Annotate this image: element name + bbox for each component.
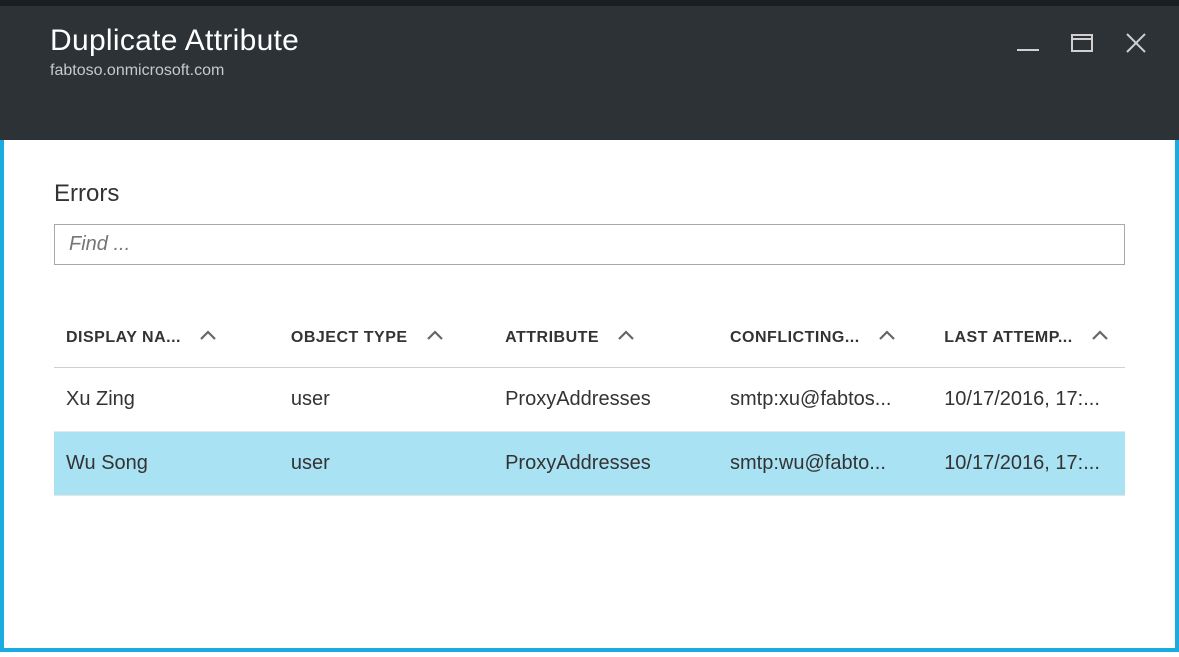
column-label: DISPLAY NA... xyxy=(66,329,181,347)
header: Duplicate Attribute fabtoso.onmicrosoft.… xyxy=(0,6,1179,140)
search-input[interactable] xyxy=(69,233,1110,256)
cell-conflicting: smtp:wu@fabto... xyxy=(718,432,932,496)
cell-attribute: ProxyAddresses xyxy=(493,368,718,432)
cell-last-attempt: 10/17/2016, 17:... xyxy=(932,368,1125,432)
column-header-conflicting[interactable]: CONFLICTING... xyxy=(718,315,932,368)
column-label: LAST ATTEMP... xyxy=(944,329,1072,347)
chevron-up-icon xyxy=(878,329,896,347)
minimize-icon[interactable] xyxy=(1015,30,1041,61)
cell-attribute: ProxyAddresses xyxy=(493,432,718,496)
column-label: ATTRIBUTE xyxy=(505,329,599,347)
cell-conflicting: smtp:xu@fabtos... xyxy=(718,368,932,432)
section-title: Errors xyxy=(54,180,1125,208)
close-icon[interactable] xyxy=(1123,30,1149,61)
maximize-icon[interactable] xyxy=(1069,30,1095,61)
chevron-up-icon xyxy=(426,329,444,347)
cell-last-attempt: 10/17/2016, 17:... xyxy=(932,432,1125,496)
errors-table: DISPLAY NA... OBJECT TYPE xyxy=(54,315,1125,496)
chevron-up-icon xyxy=(1091,329,1109,347)
window-controls xyxy=(1015,30,1149,61)
content-wrapper: Errors DISPLAY NA... xyxy=(0,140,1179,652)
cell-object-type: user xyxy=(279,368,493,432)
page-title: Duplicate Attribute xyxy=(50,24,1129,58)
column-header-attribute[interactable]: ATTRIBUTE xyxy=(493,315,718,368)
table-row[interactable]: Xu Zing user ProxyAddresses smtp:xu@fabt… xyxy=(54,368,1125,432)
cell-display-name: Xu Zing xyxy=(54,368,279,432)
table-row[interactable]: Wu Song user ProxyAddresses smtp:wu@fabt… xyxy=(54,432,1125,496)
column-header-last-attempt[interactable]: LAST ATTEMP... xyxy=(932,315,1125,368)
column-header-display-name[interactable]: DISPLAY NA... xyxy=(54,315,279,368)
chevron-up-icon xyxy=(199,329,217,347)
cell-display-name: Wu Song xyxy=(54,432,279,496)
page-subtitle: fabtoso.onmicrosoft.com xyxy=(50,62,1129,80)
table-header-row: DISPLAY NA... OBJECT TYPE xyxy=(54,315,1125,368)
search-wrapper xyxy=(54,224,1125,265)
cell-object-type: user xyxy=(279,432,493,496)
column-label: OBJECT TYPE xyxy=(291,329,408,347)
column-header-object-type[interactable]: OBJECT TYPE xyxy=(279,315,493,368)
column-label: CONFLICTING... xyxy=(730,329,860,347)
chevron-up-icon xyxy=(617,329,635,347)
content: Errors DISPLAY NA... xyxy=(4,140,1175,516)
